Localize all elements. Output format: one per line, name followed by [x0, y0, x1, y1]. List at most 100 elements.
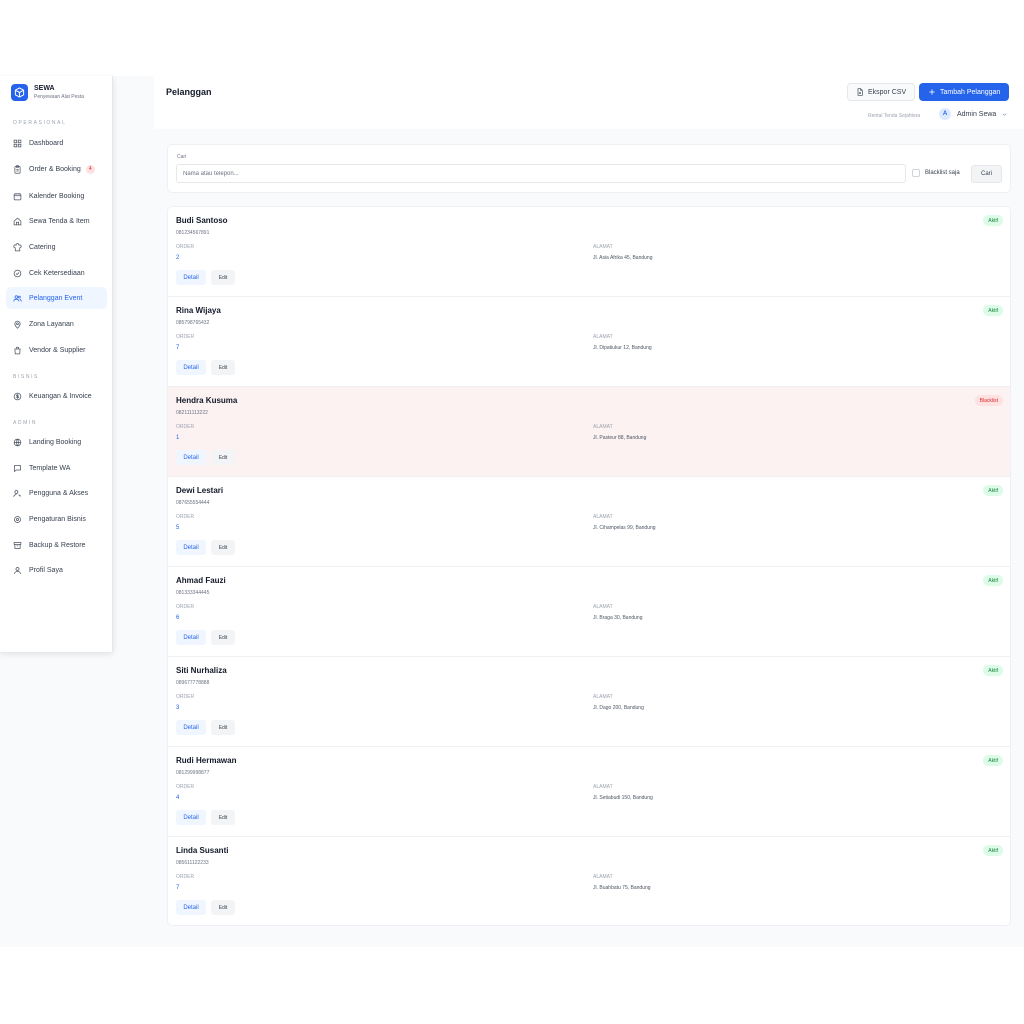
order-count-label: ORDER: [176, 244, 195, 250]
edit-button[interactable]: Edit: [211, 450, 235, 465]
sidebar-item-label: Landing Booking: [29, 438, 82, 446]
detail-button[interactable]: Detail: [176, 270, 206, 285]
dollar-circle-icon: [13, 392, 22, 401]
order-count-link[interactable]: 1: [176, 435, 179, 441]
sidebar-item-order-booking[interactable]: Order & Booking 4: [6, 158, 107, 180]
checkbox-box[interactable]: [912, 169, 920, 177]
sidebar: SEWA Penyewaan Alat Pesta OPERASIONAL BI…: [0, 76, 113, 652]
detail-button[interactable]: Detail: [176, 360, 206, 375]
avatar: A: [939, 108, 951, 120]
chef-icon: [13, 242, 22, 252]
add-customer-button[interactable]: Tambah Pelanggan: [919, 83, 1010, 101]
customer-phone: 081333344445: [176, 590, 210, 596]
sidebar-item-keuangan-invoice[interactable]: Keuangan & Invoice: [6, 385, 107, 407]
customer-row: Dewi Lestari 087655554444 ORDER 5 ALAMAT…: [168, 477, 1010, 567]
search-input[interactable]: [176, 164, 906, 183]
order-count-link[interactable]: 2: [176, 255, 179, 261]
order-count-link[interactable]: 7: [176, 885, 179, 891]
sidebar-item-backup-restore[interactable]: Backup & Restore: [6, 534, 107, 556]
sidebar-item-landing-booking[interactable]: Landing Booking: [6, 431, 107, 453]
sidebar-item-pengguna-akses[interactable]: Pengguna & Akses: [6, 482, 107, 504]
order-count-link[interactable]: 5: [176, 525, 179, 531]
clipboard-icon: [13, 164, 22, 174]
edit-button[interactable]: Edit: [211, 720, 235, 735]
sidebar-item-label: Pelanggan Event: [29, 294, 83, 302]
sidebar-item-label: Order & Booking: [29, 165, 81, 173]
grid-icon: [13, 139, 22, 148]
section-label-bisnis: BISNIS: [13, 374, 39, 380]
edit-button[interactable]: Edit: [211, 810, 235, 825]
add-customer-label: Tambah Pelanggan: [940, 88, 1001, 96]
order-count-label: ORDER: [176, 514, 195, 520]
sidebar-item-label: Keuangan & Invoice: [29, 392, 92, 400]
edit-button[interactable]: Edit: [211, 630, 235, 645]
status-badge: Aktif: [983, 305, 1003, 316]
sidebar-item-cek-ketersediaan[interactable]: Cek Ketersediaan: [6, 262, 107, 284]
top-header: Pelanggan Ekspor CSV Tambah Pelanggan Re…: [154, 76, 1024, 129]
user-name: Admin Sewa: [957, 110, 997, 118]
user-menu[interactable]: A Admin Sewa: [939, 108, 1008, 120]
sidebar-item-vendor-supplier[interactable]: Vendor & Supplier: [6, 339, 107, 361]
address-label: ALAMAT: [593, 514, 613, 520]
address-label: ALAMAT: [593, 244, 613, 250]
sidebar-item-profil-saya[interactable]: Profil Saya: [6, 559, 107, 581]
customer-address: Jl. Setiabudi 150, Bandung: [593, 795, 653, 801]
user-key-icon: [13, 489, 22, 498]
detail-button[interactable]: Detail: [176, 630, 206, 645]
order-count-label: ORDER: [176, 334, 195, 340]
edit-button[interactable]: Edit: [211, 900, 235, 915]
order-count-link[interactable]: 6: [176, 615, 179, 621]
edit-button[interactable]: Edit: [211, 270, 235, 285]
customer-phone: 081299998877: [176, 770, 210, 776]
customer-address: Jl. Pasteur 88, Bandung: [593, 435, 647, 441]
sidebar-item-sewa-tenda[interactable]: Sewa Tenda & Item: [6, 210, 107, 232]
detail-button[interactable]: Detail: [176, 720, 206, 735]
order-count-link[interactable]: 4: [176, 795, 179, 801]
address-label: ALAMAT: [593, 604, 613, 610]
shopping-bag-icon: [13, 346, 22, 355]
detail-button[interactable]: Detail: [176, 810, 206, 825]
search-button[interactable]: Cari: [971, 165, 1002, 183]
customer-phone: 081234567891: [176, 230, 210, 236]
customer-phone: 085611122233: [176, 860, 209, 866]
customer-address: Jl. Dago 200, Bandung: [593, 705, 644, 711]
export-csv-button[interactable]: Ekspor CSV: [847, 83, 916, 101]
order-count-link[interactable]: 7: [176, 345, 179, 351]
customer-address: Jl. Braga 30, Bandung: [593, 615, 643, 621]
brand[interactable]: SEWA Penyewaan Alat Pesta: [11, 84, 84, 101]
address-label: ALAMAT: [593, 874, 613, 880]
customer-name: Ahmad Fauzi: [176, 576, 226, 585]
search-card: Cari Blacklist saja Cari: [167, 144, 1011, 193]
customer-row: Rina Wijaya 085798765432 ORDER 7 ALAMAT …: [168, 297, 1010, 387]
sidebar-item-zona-layanan[interactable]: Zona Layanan: [6, 313, 107, 335]
customer-address: Jl. Dipatiukur 12, Bandung: [593, 345, 652, 351]
calendar-icon: [13, 192, 22, 201]
plus-icon: [928, 88, 936, 96]
customer-row: Linda Susanti 085611122233 ORDER 7 ALAMA…: [168, 837, 1010, 925]
edit-button[interactable]: Edit: [211, 360, 235, 375]
sidebar-item-label: Pengguna & Akses: [29, 489, 89, 497]
sidebar-item-pengaturan-bisnis[interactable]: Pengaturan Bisnis: [6, 508, 107, 530]
blacklist-only-checkbox[interactable]: Blacklist saja: [912, 169, 960, 177]
detail-button[interactable]: Detail: [176, 900, 206, 915]
sidebar-item-kalender-booking[interactable]: Kalender Booking: [6, 185, 107, 207]
detail-button[interactable]: Detail: [176, 450, 206, 465]
order-count-link[interactable]: 3: [176, 705, 179, 711]
status-badge: Aktif: [983, 845, 1003, 856]
search-label: Cari: [177, 154, 187, 160]
order-count-badge: 4: [85, 164, 95, 174]
sidebar-item-template-wa[interactable]: Template WA: [6, 457, 107, 479]
sidebar-item-pelanggan-event[interactable]: Pelanggan Event: [6, 287, 107, 309]
sidebar-item-label: Template WA: [29, 464, 71, 472]
order-count-label: ORDER: [176, 784, 195, 790]
edit-button[interactable]: Edit: [211, 540, 235, 555]
sidebar-item-dashboard[interactable]: Dashboard: [6, 132, 107, 154]
order-count-label: ORDER: [176, 604, 195, 610]
section-label-operasional: OPERASIONAL: [13, 120, 67, 126]
customer-phone: 085798765432: [176, 320, 210, 326]
detail-button[interactable]: Detail: [176, 540, 206, 555]
sidebar-item-catering[interactable]: Catering: [6, 236, 107, 258]
customer-name: Hendra Kusuma: [176, 396, 238, 405]
address-label: ALAMAT: [593, 334, 613, 340]
app-shell: SEWA Penyewaan Alat Pesta OPERASIONAL BI…: [0, 76, 1024, 947]
